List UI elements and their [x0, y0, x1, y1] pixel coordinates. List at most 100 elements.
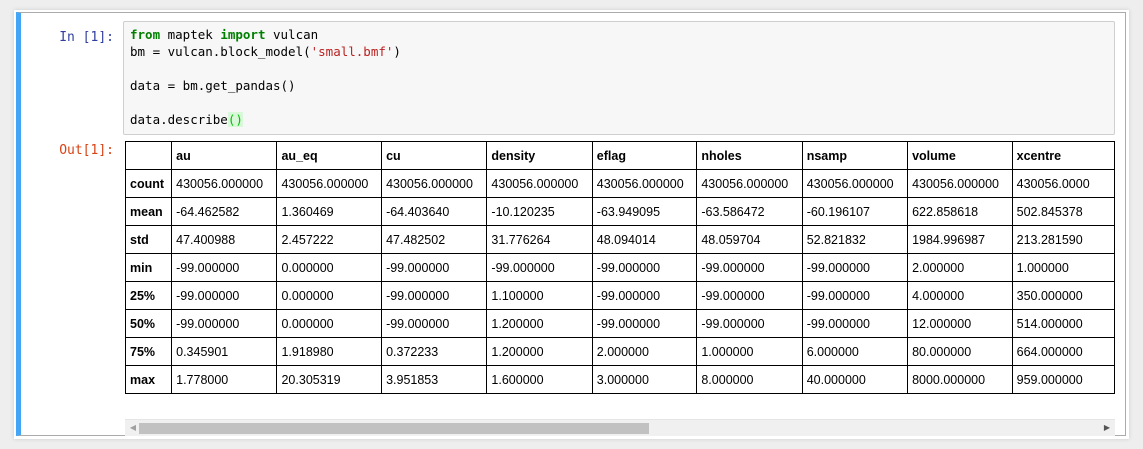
table-cell: 1.200000 — [486, 309, 593, 338]
table-cell: 47.482502 — [381, 225, 488, 254]
scrollbar-thumb[interactable] — [139, 423, 649, 434]
table-cell: 1.360469 — [276, 197, 383, 226]
table-cell: -63.949095 — [591, 197, 698, 226]
row-label: count — [125, 169, 173, 198]
notebook: In [1]: from maptek import vulcan bm = v… — [0, 0, 1143, 449]
table-cell: -99.000000 — [591, 309, 698, 338]
table-cell: 1.600000 — [486, 365, 593, 394]
code-line: data = bm.get_pandas() — [130, 78, 296, 94]
horizontal-scrollbar[interactable]: ◀ ▶ — [125, 419, 1115, 436]
table-cell: -64.462582 — [171, 197, 278, 226]
row-label: min — [125, 253, 173, 282]
table-row: count 430056.000000 430056.000000 430056.00… — [125, 169, 1115, 198]
table-cell: 3.951853 — [381, 365, 488, 394]
table-cell: 0.000000 — [276, 281, 383, 310]
code-line: bm = vulcan.block_model('small.bmf') — [130, 44, 401, 60]
code-keyword: from — [130, 27, 161, 42]
code-text: vulcan — [265, 27, 319, 42]
table-cell: 0.372233 — [381, 337, 488, 366]
code-text: data.describe — [130, 112, 228, 127]
table-cell: 430056.000000 — [276, 169, 383, 198]
table-cell: -99.000000 — [486, 253, 593, 282]
code-cell[interactable]: In [1]: from maptek import vulcan bm = v… — [16, 12, 1126, 436]
table-cell: 430056.000000 — [171, 169, 278, 198]
column-header: volume — [907, 141, 1013, 170]
table-cell: -99.000000 — [381, 309, 488, 338]
table-cell: 1.100000 — [486, 281, 593, 310]
table-cell: 430056.000000 — [381, 169, 488, 198]
output-area: au au_eq cu density eflag nholes nsamp v… — [125, 141, 1119, 436]
output-prompt: Out[1]: — [59, 143, 114, 158]
matched-parens: () — [227, 112, 243, 127]
table-cell: 3.000000 — [591, 365, 698, 394]
table-cell: 1.000000 — [696, 337, 803, 366]
table-cell: 502.845378 — [1011, 197, 1115, 226]
table-cell: 0.000000 — [276, 309, 383, 338]
table-cell: 213.281590 — [1011, 225, 1115, 254]
table-cell: 31.776264 — [486, 225, 593, 254]
table-cell: -64.403640 — [381, 197, 488, 226]
table-cell: 0.345901 — [171, 337, 278, 366]
table-cell: 664.000000 — [1011, 337, 1115, 366]
table-cell: -99.000000 — [801, 309, 909, 338]
code-text: ) — [393, 44, 401, 59]
table-cell: 1.778000 — [171, 365, 278, 394]
code-line: from maptek import vulcan — [130, 27, 318, 43]
index-header — [125, 141, 173, 170]
table-cell: 12.000000 — [907, 309, 1013, 338]
table-row: std 47.400988 2.457222 47.482502 31.776264 48… — [125, 225, 1115, 254]
table-cell: -60.196107 — [801, 197, 909, 226]
arrow-right-icon[interactable]: ▶ — [1099, 420, 1115, 436]
table-cell: 48.094014 — [591, 225, 698, 254]
table-row: mean -64.462582 1.360469 -64.403640 -10.1202… — [125, 197, 1115, 226]
table-cell: 430056.000000 — [907, 169, 1013, 198]
notebook-page: In [1]: from maptek import vulcan bm = v… — [14, 10, 1129, 439]
code-text: data = bm.get_pandas() — [130, 78, 296, 93]
table-cell: 430056.000000 — [591, 169, 698, 198]
table-row: 50% -99.000000 0.000000 -99.000000 1.200000-… — [125, 309, 1115, 338]
table-cell: -10.120235 — [486, 197, 593, 226]
table-cell: 1.918980 — [276, 337, 383, 366]
table-cell: 622.858618 — [907, 197, 1013, 226]
column-header: au — [171, 141, 278, 170]
table-cell: 4.000000 — [907, 281, 1013, 310]
dataframe-scroll-container[interactable]: au au_eq cu density eflag nholes nsamp v… — [125, 141, 1115, 405]
table-cell: -99.000000 — [591, 253, 698, 282]
table-cell: -99.000000 — [696, 281, 803, 310]
table-cell: -99.000000 — [801, 253, 909, 282]
table-cell: 8000.000000 — [907, 365, 1013, 394]
table-cell: 0.000000 — [276, 253, 383, 282]
table-cell: 959.000000 — [1011, 365, 1115, 394]
table-cell: 2.000000 — [907, 253, 1013, 282]
dataframe-table: au au_eq cu density eflag nholes nsamp v… — [125, 141, 1115, 394]
table-cell: 6.000000 — [801, 337, 909, 366]
table-header-row: au au_eq cu density eflag nholes nsamp v… — [125, 141, 1115, 170]
input-prompt: In [1]: — [59, 30, 114, 45]
column-header: eflag — [591, 141, 698, 170]
column-header: xcentre — [1011, 141, 1115, 170]
code-string: 'small.bmf' — [310, 44, 394, 59]
row-label: std — [125, 225, 173, 254]
column-header: nholes — [696, 141, 803, 170]
table-cell: 40.000000 — [801, 365, 909, 394]
code-text: bm = vulcan.block_model( — [130, 44, 311, 59]
table-cell: -99.000000 — [591, 281, 698, 310]
row-label: max — [125, 365, 173, 394]
row-label: 25% — [125, 281, 173, 310]
table-cell: -99.000000 — [696, 253, 803, 282]
table-cell: 47.400988 — [171, 225, 278, 254]
table-cell: 2.000000 — [591, 337, 698, 366]
table-cell: -99.000000 — [381, 253, 488, 282]
table-cell: -99.000000 — [171, 281, 278, 310]
table-cell: -99.000000 — [801, 281, 909, 310]
code-editor[interactable]: from maptek import vulcan bm = vulcan.bl… — [123, 21, 1115, 135]
table-cell: 1.000000 — [1011, 253, 1115, 282]
table-cell: -99.000000 — [381, 281, 488, 310]
row-label: mean — [125, 197, 173, 226]
column-header: au_eq — [276, 141, 383, 170]
table-cell: 514.000000 — [1011, 309, 1115, 338]
table-cell: 430056.0000 — [1011, 169, 1115, 198]
table-cell: 8.000000 — [696, 365, 803, 394]
table-row: min -99.000000 0.000000 -99.000000 -99.00000… — [125, 253, 1115, 282]
table-cell: 48.059704 — [696, 225, 803, 254]
